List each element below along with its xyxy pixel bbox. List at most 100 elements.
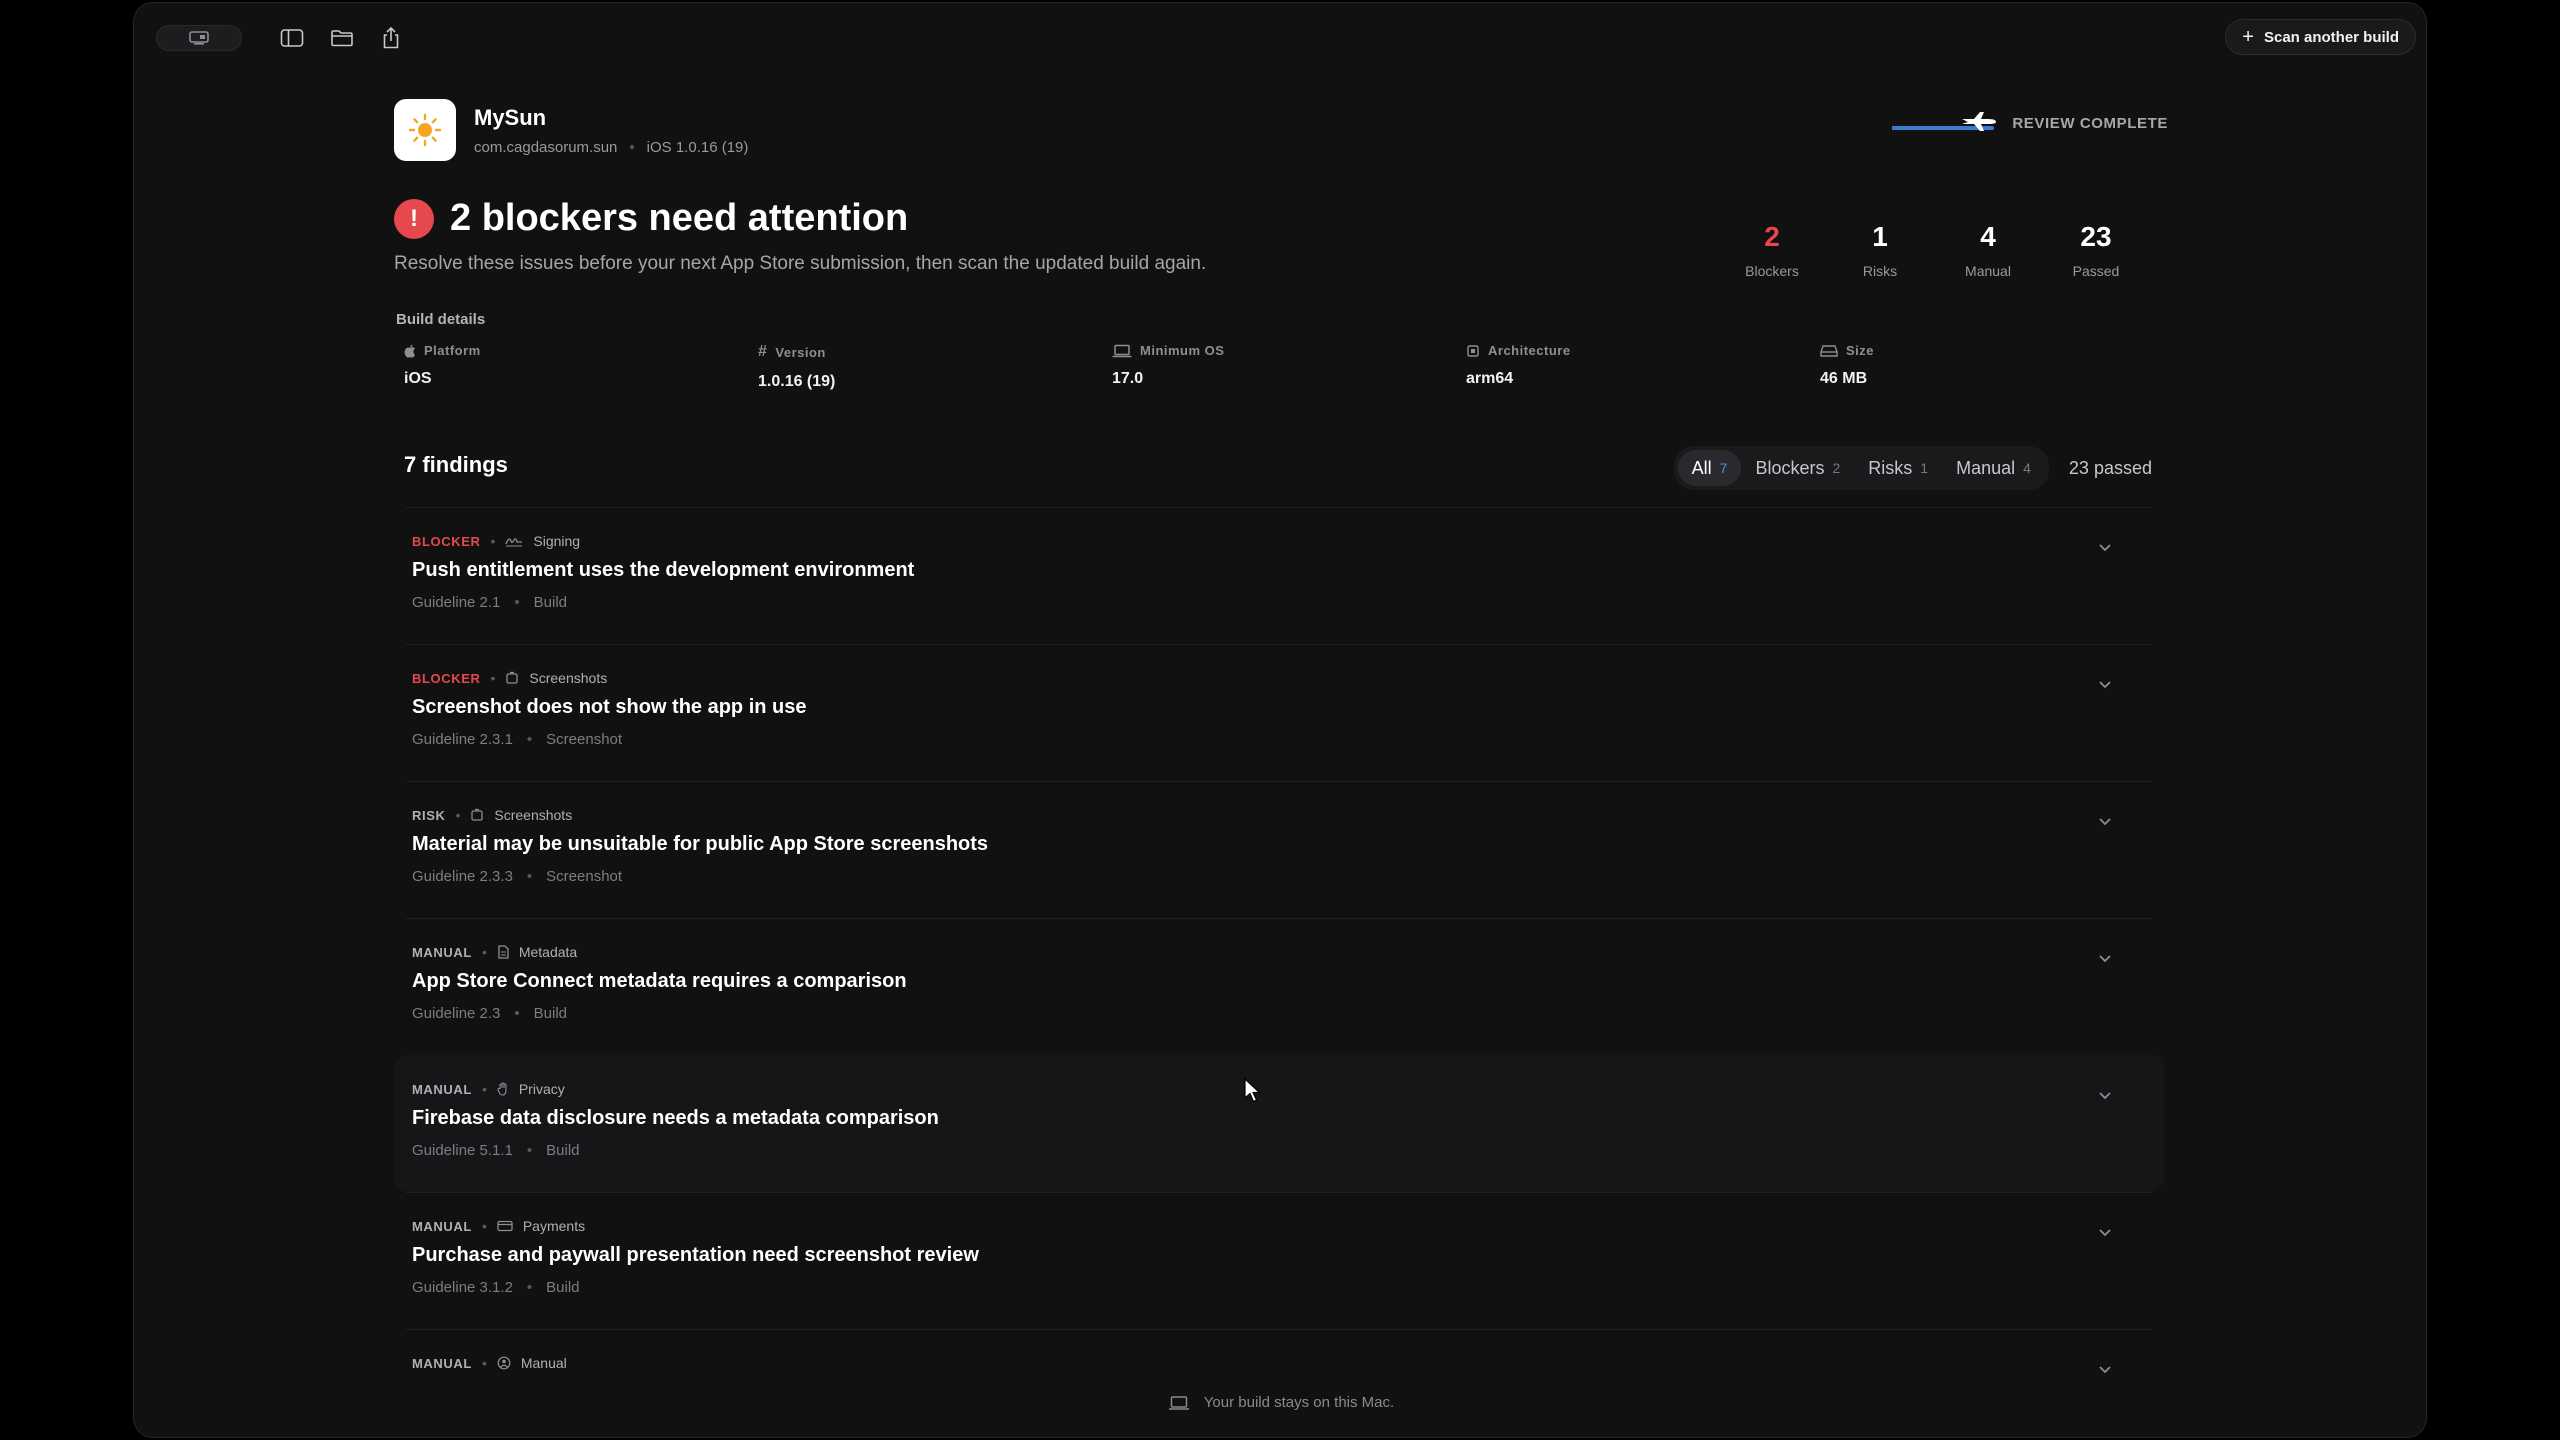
separator-dot: • [481,1355,487,1371]
finding-row[interactable]: MANUAL • Manual [406,1329,2152,1399]
finding-subtitle: Guideline 2.3 • Build [412,1005,907,1022]
filter-blockers[interactable]: Blockers 2 [1741,450,1854,486]
finding-row[interactable]: MANUAL • Privacy Firebase data disclosur… [394,1055,2164,1192]
screenshot-icon [506,671,519,684]
finding-content: MANUAL • Manual [412,1355,567,1371]
build-label: Size [1846,343,1875,358]
open-folder-button[interactable] [325,23,359,53]
filter-all[interactable]: All 7 [1677,450,1742,486]
build-label: Version [775,344,826,360]
finding-category: Manual [520,1355,567,1371]
stat-manual: 4 Manual [1934,221,2042,279]
sidebar-icon [280,29,304,47]
finding-content: BLOCKER • Signing Push entitlement uses … [412,533,914,611]
app-icon [394,99,456,161]
stat-label: Blockers [1745,263,1799,279]
finding-content: MANUAL • Payments Purchase and paywall p… [412,1218,979,1296]
finding-meta: BLOCKER • Signing [412,533,914,549]
finding-meta: RISK • Screenshots [412,807,988,823]
separator-dot: • [455,807,461,823]
build-version-label-row: # Version [758,343,1112,361]
finding-meta: BLOCKER • Screenshots [412,670,807,686]
filter-count: 7 [1719,460,1728,476]
build-value: arm64 [1466,370,1514,387]
separator-dot: • [490,670,496,686]
review-status-label: REVIEW COMPLETE [2012,114,2168,132]
window-switcher-button[interactable] [156,25,242,51]
severity-badge: BLOCKER [412,670,481,686]
app-subtitle: com.cagdasorum.sun • iOS 1.0.16 (19) [474,139,748,156]
finding-source: Build [533,594,568,611]
scan-another-build-label: Scan another build [2263,28,2399,46]
separator-dot: • [526,731,533,748]
chevron-down-icon[interactable] [2098,1227,2112,1237]
build-value: 17.0 [1112,370,1144,387]
airplane-progress-icon [1892,112,1997,131]
filter-label: All [1691,457,1712,478]
review-status: REVIEW COMPLETE [1892,111,2168,135]
filter-manual[interactable]: Manual 4 [1942,450,2045,486]
stat-label: Risks [1862,263,1898,279]
finding-meta: MANUAL • Metadata [412,944,907,960]
filter-passed[interactable]: 23 passed [2059,458,2162,479]
scan-another-build-button[interactable]: + Scan another build [2225,19,2416,55]
laptop-icon [1168,1395,1189,1410]
filter-label: Blockers [1755,457,1825,478]
finding-guideline: Guideline 2.3.1 [412,731,513,748]
finding-row[interactable]: MANUAL • Payments Purchase and paywall p… [406,1192,2152,1329]
build-value: 46 MB [1820,370,1868,387]
app-header: MySun com.cagdasorum.sun • iOS 1.0.16 (1… [394,99,748,161]
filter-count: 4 [2023,460,2031,476]
separator-dot: • [514,594,520,611]
build-label: Platform [424,343,481,358]
app-name: MySun [474,104,547,130]
build-version: # Version 1.0.16 (19) [758,343,1112,391]
separator-dot: • [481,1081,487,1097]
finding-row[interactable]: BLOCKER • Screenshots Screenshot does no… [406,644,2152,781]
folder-icon [331,30,353,47]
finding-source: Build [533,1005,568,1022]
build-value: iOS [404,370,432,387]
filter-count: 2 [1832,460,1841,476]
app-window: + Scan another build MySun com.cagdasoru… [133,2,2427,1438]
build-minimum-os: Minimum OS 17.0 [1112,343,1466,391]
finding-content: MANUAL • Metadata App Store Connect meta… [412,944,907,1022]
platform-version: iOS 1.0.16 (19) [646,138,749,156]
severity-badge: MANUAL [412,1355,472,1371]
filter-risks[interactable]: Risks 1 [1854,450,1942,486]
mouse-cursor-icon [1244,1078,1262,1103]
main-content: MySun com.cagdasorum.sun • iOS 1.0.16 (1… [394,3,2168,1437]
chevron-down-icon[interactable] [2098,1090,2112,1100]
finding-category: Screenshots [529,670,608,686]
chevron-down-icon[interactable] [2098,816,2112,826]
finding-meta: MANUAL • Manual [412,1355,567,1371]
build-value: 1.0.16 (19) [758,373,836,390]
finding-row[interactable]: BLOCKER • Signing Push entitlement uses … [406,507,2152,644]
findings-filters: All 7 Blockers 2 Risks 1 Manual 4 23 pas… [1673,446,2162,490]
separator-dot: • [481,1218,487,1234]
severity-badge: MANUAL [412,1218,472,1234]
finding-category: Payments [522,1218,586,1234]
chevron-down-icon[interactable] [2098,679,2112,689]
finding-content: RISK • Screenshots Material may be unsui… [412,807,988,885]
finding-title: Screenshot does not show the app in use [412,696,807,718]
finding-row[interactable]: RISK • Screenshots Material may be unsui… [406,781,2152,918]
chevron-down-icon[interactable] [2098,1364,2112,1374]
headline: ! 2 blockers need attention [394,197,908,240]
finding-title: Firebase data disclosure needs a metadat… [412,1107,939,1129]
sidebar-toggle-button[interactable] [275,23,309,53]
headline-subtitle: Resolve these issues before your next Ap… [394,253,1207,274]
chevron-down-icon[interactable] [2098,542,2112,552]
build-label: Minimum OS [1140,343,1225,358]
separator-dot: • [514,1005,520,1022]
finding-row[interactable]: MANUAL • Metadata App Store Connect meta… [406,918,2152,1055]
display-icon [189,31,209,45]
separator-dot: • [526,1142,533,1159]
app-info: MySun com.cagdasorum.sun • iOS 1.0.16 (1… [474,105,748,156]
separator-dot: • [629,138,635,156]
chevron-down-icon[interactable] [2098,953,2112,963]
finding-category: Metadata [518,944,578,960]
stat-blockers: 2 Blockers [1718,221,1826,279]
finding-title: Purchase and paywall presentation need s… [412,1244,979,1266]
signature-icon [505,538,523,547]
